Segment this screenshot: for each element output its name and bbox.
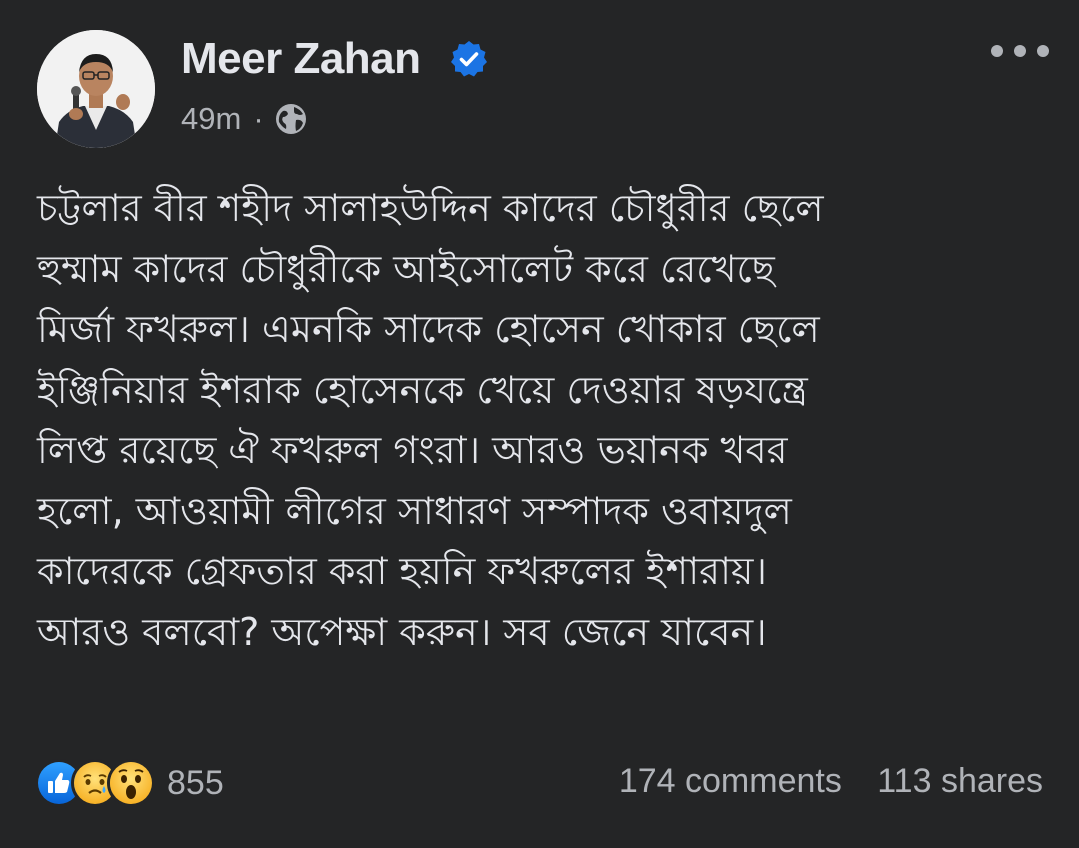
reaction-count[interactable]: 855 [167, 764, 224, 803]
post-card: Meer Zahan 49m · চট্টলার বীর শহীদ সালাহউ… [0, 0, 1079, 848]
author-name[interactable]: Meer Zahan [181, 33, 421, 85]
profile-photo [37, 30, 155, 148]
wow-icon [107, 759, 155, 807]
reactions-summary[interactable]: 855 [35, 757, 224, 809]
more-options-icon[interactable] [988, 38, 1052, 64]
globe-icon [275, 104, 306, 134]
engagement-stats: 174 comments 113 shares [619, 762, 1043, 801]
post-text: চট্টলার বীর শহীদ সালাহউদ্দিন কাদের চৌধুর… [37, 186, 824, 654]
post-time[interactable]: 49m [181, 101, 241, 137]
post-meta: 49m · [181, 99, 308, 139]
author-avatar[interactable] [37, 30, 155, 148]
shares-count[interactable]: 113 shares [877, 762, 1043, 800]
comments-count[interactable]: 174 comments [619, 762, 842, 800]
verified-badge-icon [451, 41, 487, 77]
meta-separator: · [253, 101, 264, 136]
